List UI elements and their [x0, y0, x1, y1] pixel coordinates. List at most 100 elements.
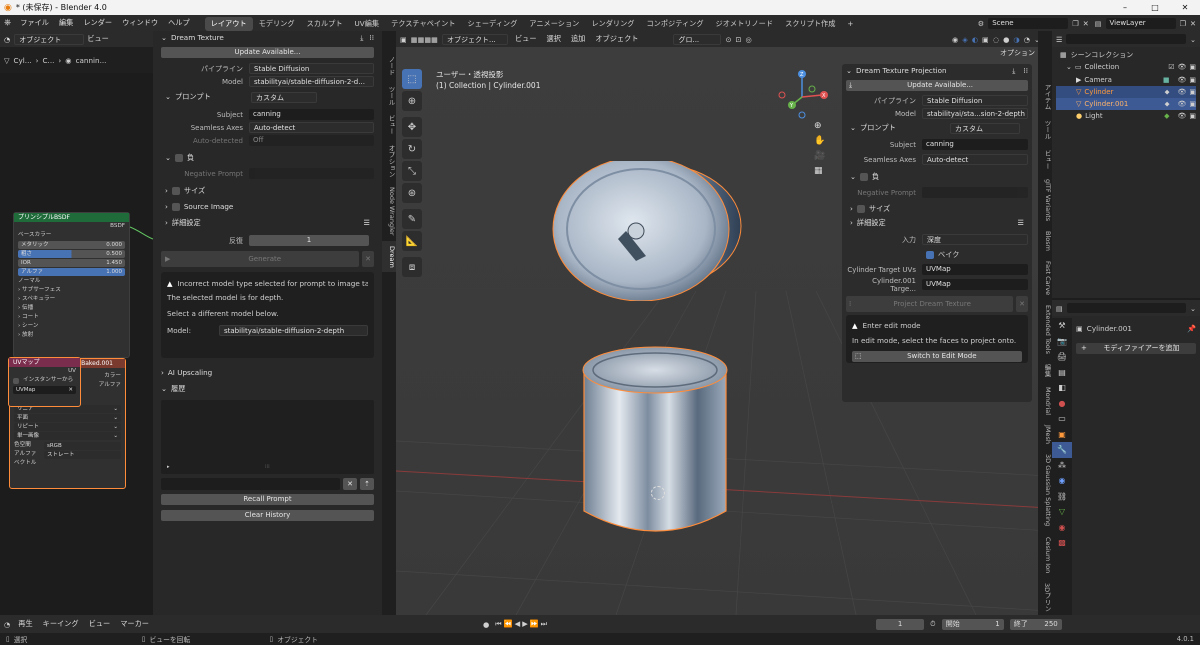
- viewport-mode-dropdown[interactable]: オブジェクト...: [441, 33, 508, 45]
- bake-checkbox[interactable]: [926, 250, 934, 259]
- list-icon[interactable]: ☰: [1018, 216, 1024, 230]
- transform-orientation-dropdown[interactable]: グロ...: [673, 33, 722, 45]
- viewport-menu-select[interactable]: 選択: [544, 31, 564, 47]
- pin-icon[interactable]: 📌: [1187, 324, 1196, 333]
- playback-controls[interactable]: ⏮⏪◀▶⏩⏭: [495, 619, 549, 629]
- scene-collection-row[interactable]: ▦ シーンコレクション: [1056, 49, 1196, 61]
- menu-timeline-view[interactable]: ビュー: [87, 616, 113, 632]
- camera-restrict-icon[interactable]: ▣: [1189, 110, 1196, 122]
- viewport-menu-add[interactable]: 追加: [568, 31, 588, 47]
- record-icon[interactable]: ●: [483, 620, 489, 629]
- tab-3d-print[interactable]: 3Dプリン: [1038, 578, 1052, 617]
- eye-icon[interactable]: 👁: [1177, 61, 1186, 73]
- tab-tool[interactable]: ツール: [1038, 115, 1052, 145]
- tool-props-icon[interactable]: ⚒: [1052, 318, 1072, 334]
- tab-geometry-nodes[interactable]: ジオメトリノード: [710, 17, 780, 31]
- camera-restrict-icon[interactable]: ▣: [1189, 74, 1196, 86]
- minimize-button[interactable]: –: [1110, 3, 1140, 12]
- eye-icon[interactable]: 👁: [1177, 86, 1186, 98]
- particles-props-icon[interactable]: ⁂: [1052, 458, 1072, 474]
- 3d-cursor-icon[interactable]: [651, 486, 665, 500]
- move-tool-icon[interactable]: ✥: [402, 117, 422, 137]
- scene-selector[interactable]: Scene: [988, 17, 1069, 29]
- size-subpanel-header[interactable]: › サイズ: [161, 184, 374, 198]
- tab-options[interactable]: オプション: [382, 140, 396, 183]
- tab-layout[interactable]: レイアウト: [204, 16, 253, 31]
- projection-pipeline-dropdown[interactable]: Stable Diffusion: [922, 95, 1028, 106]
- source-image-checkbox[interactable]: [171, 203, 180, 211]
- zoom-icon[interactable]: ⊕: [814, 121, 825, 131]
- eye-icon[interactable]: 👁: [1177, 98, 1186, 110]
- tab-sculpt[interactable]: スカルプト: [301, 17, 349, 31]
- constraints-props-icon[interactable]: ⛓: [1052, 489, 1072, 505]
- menu-keying[interactable]: キーイング: [41, 616, 81, 632]
- eye-icon[interactable]: 👁: [1177, 74, 1186, 86]
- navigation-gizmo[interactable]: Z X Y: [774, 67, 834, 127]
- current-frame-field[interactable]: 1: [876, 618, 925, 630]
- history-sort-button[interactable]: ⇡: [360, 478, 374, 490]
- timeline-type-icon[interactable]: ◔: [4, 620, 10, 629]
- projection-seamless-dropdown[interactable]: Auto-detect: [922, 154, 1028, 165]
- prompt-subpanel-header[interactable]: ⌄ プロンプト カスタム: [161, 90, 374, 104]
- subject-input[interactable]: canning: [249, 109, 374, 120]
- outliner-item-camera[interactable]: ▶ Camera ■ 👁 ▣: [1056, 74, 1196, 86]
- tab-uv-editing[interactable]: UV編集: [349, 17, 386, 31]
- advanced-subpanel-header[interactable]: › 詳細設定 ☰: [161, 216, 374, 230]
- list-icon[interactable]: ☰: [364, 216, 370, 230]
- close-button[interactable]: ✕: [1170, 3, 1200, 12]
- projection-size-header[interactable]: › サイズ: [846, 202, 1028, 216]
- start-frame-field[interactable]: 開始 1: [941, 618, 1004, 630]
- projection-negative-header[interactable]: ⌄ 負: [846, 170, 1028, 184]
- projection-model-dropdown[interactable]: stabilityai/sta...sion-2-depth: [922, 108, 1028, 119]
- data-props-icon[interactable]: ▽: [1052, 504, 1072, 520]
- physics-props-icon[interactable]: ◉: [1052, 473, 1072, 489]
- source-image-subpanel-header[interactable]: › Source Image: [161, 200, 374, 214]
- outliner-item-collection[interactable]: ⌄ ▭ Collection ☑ 👁 ▣: [1056, 61, 1196, 73]
- prompt-preset-dropdown[interactable]: カスタム: [251, 91, 318, 103]
- list-grip-icon[interactable]: ⁞⁞⁞: [265, 464, 270, 470]
- outliner-type-icon[interactable]: ☰: [1056, 35, 1062, 44]
- tab-view[interactable]: ビュー: [382, 110, 396, 140]
- menu-window[interactable]: ウィンドウ: [117, 15, 163, 31]
- project-dream-texture-button[interactable]: ⁞ Project Dream Texture: [846, 296, 1013, 312]
- add-modifier-button[interactable]: + モディファイアーを追加: [1076, 343, 1196, 354]
- dream-texture-header[interactable]: ⌄ Dream Texture ⤓ ⁞⁞: [161, 31, 374, 45]
- tab-item[interactable]: アイテム: [1038, 79, 1052, 115]
- menu-help[interactable]: ヘルプ: [163, 15, 195, 31]
- error-model-dropdown[interactable]: stabilityai/stable-diffusion-2-depth: [219, 325, 368, 336]
- grip-icon[interactable]: ⁞⁞: [1023, 64, 1028, 78]
- tab-animation[interactable]: アニメーション: [523, 17, 585, 31]
- projection-size-checkbox[interactable]: [856, 205, 865, 213]
- projection-advanced-header[interactable]: › 詳細設定 ☰: [846, 216, 1028, 230]
- history-filter-input[interactable]: [161, 478, 340, 490]
- clear-history-button[interactable]: Clear History: [161, 510, 374, 521]
- view-layer-props-icon[interactable]: ▤: [1052, 365, 1072, 381]
- scene-delete-icon[interactable]: ✕: [1083, 19, 1089, 28]
- cylinder-001-object[interactable]: [581, 346, 731, 541]
- scale-tool-icon[interactable]: ⤡: [402, 161, 422, 181]
- tab-dream[interactable]: Dream: [382, 240, 396, 273]
- projection-prompt-header[interactable]: ⌄ プロンプト カスタム: [846, 121, 1028, 135]
- snap-icon[interactable]: ⊡: [736, 35, 742, 44]
- history-header[interactable]: ⌄ 履歴: [161, 382, 374, 396]
- update-available-button[interactable]: Update Available...: [161, 47, 374, 58]
- output-props-icon[interactable]: 🖨: [1052, 349, 1072, 365]
- drag-handle-icon[interactable]: ⤓: [1012, 64, 1015, 78]
- tab-blosm[interactable]: Blosm: [1038, 226, 1052, 256]
- viewlayer-selector[interactable]: ViewLayer: [1105, 17, 1176, 29]
- projection-update-button[interactable]: ⤓ Update Available...: [846, 80, 1028, 91]
- grid-view-icon[interactable]: ▦: [814, 166, 825, 176]
- properties-options-icon[interactable]: ⌄: [1190, 304, 1196, 313]
- tab-jmesh[interactable]: JMesh: [1038, 420, 1052, 449]
- hand-icon[interactable]: ✋: [814, 136, 825, 146]
- shading-solid-icon[interactable]: ●: [1003, 35, 1009, 44]
- menu-render[interactable]: レンダー: [78, 15, 117, 31]
- drag-handle-icon[interactable]: ⤓: [360, 31, 363, 45]
- cursor-tool-icon[interactable]: ⊕: [402, 91, 422, 111]
- select-mode-icons[interactable]: ▦▦▦▦: [411, 35, 438, 44]
- shader-node-editor[interactable]: ◔ オブジェクト ビュー ▽ Cyl... › C... › ◉ cannin.…: [0, 31, 153, 615]
- menu-marker[interactable]: マーカー: [118, 616, 151, 632]
- recall-prompt-button[interactable]: Recall Prompt: [161, 494, 374, 505]
- pivot-icon[interactable]: ⊙: [725, 35, 731, 44]
- size-checkbox[interactable]: [171, 187, 180, 195]
